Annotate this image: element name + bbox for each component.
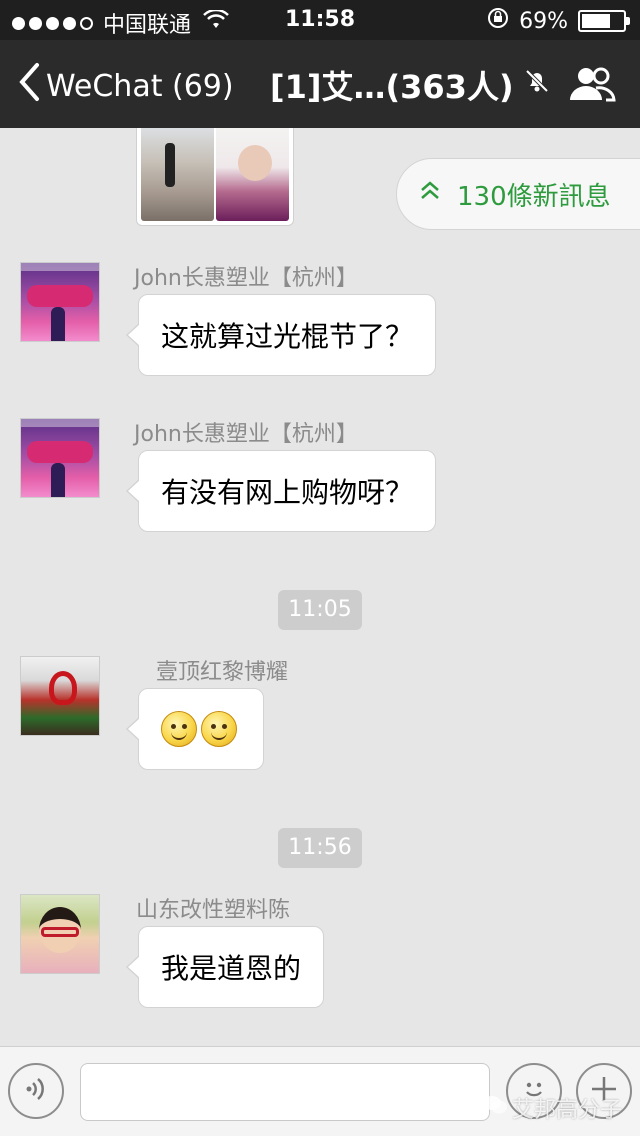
- watermark-text: 艾邦高分子: [511, 1098, 622, 1123]
- chevron-left-icon: [18, 62, 40, 110]
- sender-name: 壹顶红黎博耀: [156, 660, 289, 685]
- message-bubble[interactable]: 我是道恩的: [125, 926, 325, 1008]
- new-messages-button[interactable]: 130條新訊息: [396, 158, 640, 230]
- sender-name: John长惠塑业【杭州】: [134, 266, 358, 291]
- navigation-bar: WeChat (69) [1]艾…(363人): [0, 40, 640, 128]
- message-bubble[interactable]: 这就算过光棍节了？: [125, 294, 437, 376]
- smiley-emoji-icon: [201, 711, 237, 747]
- watermark: 艾邦高分子: [482, 1092, 622, 1124]
- message-input-bar: 艾邦高分子: [0, 1046, 640, 1136]
- message-text: 我是道恩的: [161, 952, 302, 985]
- chat-title: [1]艾…(363人): [270, 62, 552, 108]
- message-text: 有没有网上购物呀？: [161, 476, 414, 509]
- photo-thumbnail: [216, 128, 289, 221]
- chat-title-text: [1]艾…(363人): [270, 68, 514, 106]
- message-text: 这就算过光棍节了？: [161, 320, 414, 353]
- voice-icon: [20, 1073, 52, 1109]
- status-bar: 中国联通 11:58 69%: [0, 0, 640, 40]
- shared-photo-message[interactable]: [136, 128, 294, 226]
- battery-percent: 69%: [519, 8, 568, 34]
- group-members-icon[interactable]: [566, 64, 618, 108]
- avatar[interactable]: [20, 418, 100, 498]
- timestamp: 11:56: [278, 828, 362, 868]
- new-messages-label: 130條新訊息: [457, 181, 611, 212]
- sender-name: John长惠塑业【杭州】: [134, 422, 358, 447]
- message-bubble[interactable]: [126, 688, 264, 770]
- timestamp: 11:05: [278, 590, 362, 630]
- avatar[interactable]: [20, 262, 100, 342]
- photo-thumbnail: [141, 128, 214, 221]
- wechat-logo-icon: [482, 1094, 508, 1122]
- back-button[interactable]: WeChat (69): [18, 62, 234, 110]
- bell-muted-icon: [522, 66, 552, 104]
- battery-icon: [578, 10, 630, 32]
- avatar[interactable]: [20, 656, 100, 736]
- back-label: WeChat (69): [46, 68, 234, 104]
- message-bubble[interactable]: 有没有网上购物呀？: [125, 450, 437, 532]
- smiley-emoji-icon: [161, 711, 197, 747]
- voice-button[interactable]: [8, 1063, 64, 1119]
- double-chevron-up-icon: [419, 179, 441, 209]
- sender-name: 山东改性塑料陈: [136, 898, 291, 923]
- avatar[interactable]: [20, 894, 100, 974]
- chat-message-list[interactable]: 130條新訊息 John长惠塑业【杭州】 这就算过光棍节了？ John长惠塑业【…: [0, 128, 640, 1046]
- message-input[interactable]: [80, 1063, 490, 1121]
- rotation-lock-icon: [487, 7, 509, 35]
